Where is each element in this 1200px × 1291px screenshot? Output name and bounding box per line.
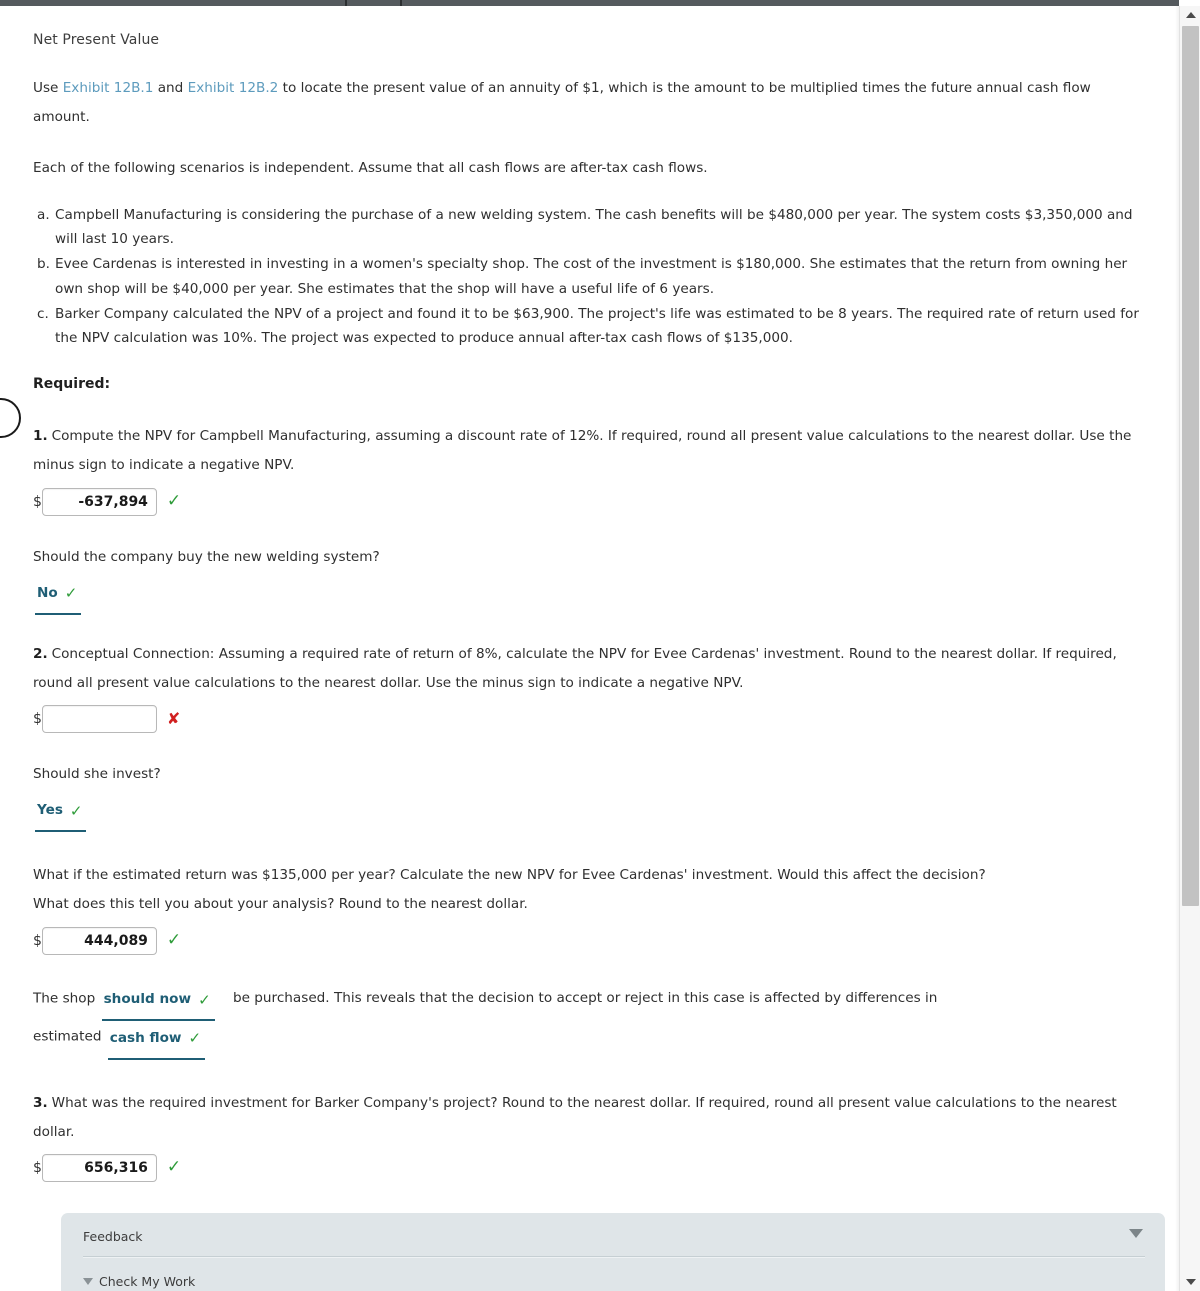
currency-symbol: $ — [33, 711, 42, 728]
question-3-answer-row: $ ✓ — [33, 1153, 1149, 1183]
correct-check-icon: ✓ — [166, 930, 182, 951]
required-investment-input[interactable] — [41, 1153, 157, 1182]
scenario-marker: c. — [37, 305, 49, 322]
feedback-panel: Feedback Check My Work Net Present Value… — [61, 1212, 1165, 1291]
scroll-down-button[interactable] — [1180, 1273, 1200, 1291]
conclusion-mid-text: be purchased. This reveals that the deci… — [232, 990, 938, 1007]
intro-mid: and — [153, 80, 188, 96]
selected-option-label: should now — [103, 991, 192, 1008]
currency-symbol: $ — [33, 493, 42, 510]
correct-check-icon: ✓ — [64, 584, 78, 603]
question-2-number: 2. — [33, 645, 48, 662]
question-3-text: 3. What was the required investment for B… — [33, 1089, 1149, 1147]
check-my-work-toggle[interactable]: Check My Work — [83, 1274, 1145, 1289]
currency-symbol: $ — [33, 1159, 42, 1176]
whatif-line-2: What does this tell you about your analy… — [33, 896, 528, 913]
conclusion-line-2: estimated cash flow ✓ — [33, 1020, 1149, 1060]
scenario-text: Evee Cardenas is interested in investing… — [55, 256, 1128, 297]
chevron-down-icon[interactable] — [1129, 1228, 1143, 1238]
page-title: Net Present Value — [33, 32, 160, 48]
triangle-down-icon — [83, 1277, 93, 1285]
question-1-followup-text: Should the company buy the new welding s… — [33, 548, 380, 565]
question-2-prompt: Conceptual Connection: Assuming a requir… — [33, 645, 1117, 691]
conclusion-line-1: The shop should now ✓ be purchased. This… — [33, 982, 1149, 1022]
exhibit-12b1-link[interactable]: Exhibit 12B.1 — [63, 80, 154, 96]
correct-check-icon: ✓ — [166, 491, 182, 512]
question-3-block: 3. What was the required investment for B… — [33, 1089, 1149, 1183]
whatif-block: What if the estimated return was $135,00… — [33, 861, 1149, 955]
list-item: c. Barker Company calculated the NPV of a… — [33, 302, 1149, 350]
selected-option-label: cash flow — [109, 1029, 182, 1046]
scenario-list: a. Campbell Manufacturing is considering … — [33, 203, 1149, 350]
question-2-followup-text: Should she invest? — [33, 766, 161, 783]
question-1-number: 1. — [33, 428, 48, 445]
conclusion-prefix: The shop — [33, 990, 96, 1007]
correct-check-icon: ✓ — [188, 1029, 202, 1048]
question-2-block: 2. Conceptual Connection: Assuming a requ… — [33, 640, 1149, 734]
new-npv-input[interactable] — [41, 926, 157, 955]
triangle-down-icon — [1185, 1279, 1196, 1285]
conclusion-prefix-2: estimated — [33, 1028, 102, 1045]
exhibit-12b2-link[interactable]: Exhibit 12B.2 — [188, 80, 279, 96]
feedback-title: Feedback — [83, 1228, 143, 1244]
correct-check-icon: ✓ — [198, 990, 211, 1009]
question-2-text: 2. Conceptual Connection: Assuming a requ… — [33, 640, 1149, 698]
question-3-prompt: What was the required investment for Bar… — [33, 1094, 1117, 1140]
incorrect-cross-icon: ✘ — [166, 709, 181, 729]
question-1-followup-row: No ✓ — [33, 575, 1149, 615]
required-heading: Required: — [33, 376, 111, 393]
question-2-followup-row: Yes ✓ — [33, 793, 1149, 833]
scrollbar-thumb[interactable] — [1182, 26, 1199, 906]
assignment-content: Net Present Value Use Exhibit 12B.1 and … — [0, 6, 1179, 1291]
check-my-work-label: Check My Work — [99, 1273, 196, 1289]
scenario-marker: a. — [37, 206, 50, 223]
question-2-answer-row: $ ✘ — [33, 704, 1149, 734]
question-1-text: 1. Compute the NPV for Campbell Manufactu… — [33, 422, 1149, 480]
npv-campbell-input[interactable] — [41, 487, 157, 516]
correct-check-icon: ✓ — [166, 1157, 182, 1178]
question-1-block: 1. Compute the NPV for Campbell Manufactu… — [33, 422, 1149, 516]
whatif-line-1: What if the estimated return was $135,00… — [33, 867, 986, 884]
assumption-paragraph: Each of the following scenarios is indep… — [33, 160, 708, 177]
buy-welding-system-select[interactable]: No ✓ — [35, 576, 82, 615]
scenario-text: Barker Company calculated the NPV of a p… — [55, 305, 1139, 346]
list-item: a. Campbell Manufacturing is considering … — [33, 203, 1149, 251]
whatif-answer-row: $ ✓ — [33, 926, 1149, 956]
selected-option-label: No — [37, 584, 58, 601]
question-1-answer-row: $ ✓ — [33, 487, 1149, 517]
list-item: b. Evee Cardenas is interested in investi… — [33, 252, 1149, 300]
scenario-text: Campbell Manufacturing is considering th… — [55, 206, 1133, 248]
should-now-select[interactable]: should now ✓ — [101, 983, 215, 1022]
question-1-prompt: Compute the NPV for Campbell Manufacturi… — [33, 428, 1132, 474]
currency-symbol: $ — [33, 932, 42, 949]
scenario-marker: b. — [37, 256, 50, 273]
vertical-scrollbar[interactable] — [1179, 6, 1200, 1291]
scroll-up-button[interactable] — [1180, 6, 1200, 24]
assignment-page: Net Present Value Use Exhibit 12B.1 and … — [0, 6, 1179, 1291]
triangle-up-icon — [1185, 12, 1196, 18]
question-3-number: 3. — [33, 1094, 48, 1111]
divider — [83, 1255, 1145, 1258]
should-she-invest-select[interactable]: Yes ✓ — [35, 794, 87, 833]
intro-paragraph: Use Exhibit 12B.1 and Exhibit 12B.2 to l… — [33, 74, 1149, 132]
intro-prefix: Use — [33, 80, 63, 96]
cash-flow-select[interactable]: cash flow ✓ — [107, 1021, 206, 1060]
correct-check-icon: ✓ — [69, 801, 83, 820]
selected-option-label: Yes — [37, 802, 63, 819]
npv-cardenas-input[interactable] — [41, 705, 157, 734]
